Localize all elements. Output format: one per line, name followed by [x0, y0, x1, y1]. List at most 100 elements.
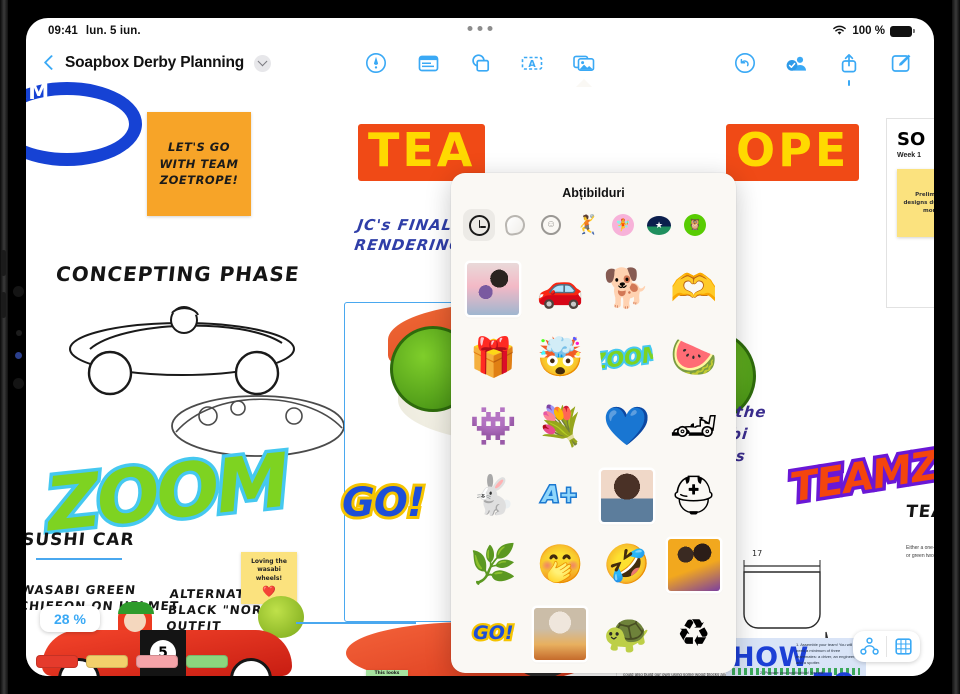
- sticker-rofl[interactable]: 🤣: [601, 539, 653, 591]
- sticker-category-tabs[interactable]: ☺ 🤾 🧚 ★ 🦉: [451, 209, 736, 249]
- memoji-category[interactable]: 🤾: [571, 209, 603, 241]
- stickers-popover-title: Abțibilduri: [562, 186, 625, 200]
- sticky-note-green-text: This looks great. Team uniforms based on…: [374, 670, 400, 676]
- heading-concepting-phase[interactable]: CONCEPTING PHASE: [55, 262, 301, 286]
- media-tool[interactable]: [571, 50, 597, 87]
- canvas-controls: [853, 631, 920, 662]
- mic-dot: [13, 378, 24, 389]
- right-bezel: [952, 0, 960, 694]
- doc-subheading: Week 1: [897, 152, 921, 159]
- battery-percent: 100 %: [852, 25, 885, 37]
- sticker-go-text[interactable]: GO!: [467, 608, 519, 660]
- left-bezel: [0, 0, 8, 694]
- volume-down-button[interactable]: [1, 292, 6, 318]
- sticker-kid-photo[interactable]: [600, 469, 653, 522]
- document-card-right[interactable]: SO Week 1 Preliminary designs due end of…: [886, 118, 934, 308]
- memoji-icon: 🤾: [575, 214, 599, 236]
- wifi-icon: [832, 24, 847, 39]
- zoom-level-indicator[interactable]: 28 %: [40, 606, 100, 632]
- color-swatch-4[interactable]: [186, 655, 228, 668]
- how-to-enter-poster[interactable]: HOW TO ENTER 1. Assemble your team! You …: [726, 638, 866, 676]
- sticker-family-photo[interactable]: [467, 262, 520, 315]
- compose-button[interactable]: [888, 50, 914, 76]
- sticker-peel-icon: [503, 213, 527, 237]
- grid-button[interactable]: [887, 631, 920, 662]
- go-graffiti-sticker[interactable]: GO!: [339, 477, 428, 529]
- sticky-note-green[interactable]: This looks great. Team uniforms based on…: [366, 670, 408, 676]
- sticker-monstera[interactable]: 🌿: [467, 539, 519, 591]
- app-dark-category[interactable]: ★: [643, 209, 675, 241]
- team-banner-right[interactable]: OPE: [726, 124, 860, 181]
- clock-icon: [468, 214, 490, 236]
- status-bar: 09:41 lun. 5 iun. 100 %: [26, 18, 934, 44]
- sticker-blue-heart[interactable]: 💙: [601, 401, 653, 453]
- tool-selected-pointer: [576, 79, 592, 87]
- sticker-tortoise[interactable]: 🐢: [601, 608, 653, 660]
- sticker-bouquet[interactable]: 💐: [534, 401, 586, 453]
- stickers-category[interactable]: [499, 209, 531, 241]
- note-tool[interactable]: [415, 50, 441, 76]
- sticker-monster-mouth[interactable]: 👾: [467, 401, 519, 453]
- app-owl-icon: 🦉: [684, 214, 706, 236]
- sticker-zoom-text[interactable]: ZOOM: [598, 329, 656, 387]
- sticker-rabbit[interactable]: 🐇: [467, 470, 519, 522]
- heart-icon: ❤️: [262, 584, 276, 598]
- sticker-girl-thinking[interactable]: 🤭: [534, 539, 586, 591]
- sticker-watermelon[interactable]: 🍉: [668, 332, 720, 384]
- color-swatch-1[interactable]: [36, 655, 78, 668]
- sticky-note-orange[interactable]: LET'S GO WITH TEAM ZOETROPE!: [147, 112, 251, 216]
- volume-up-button[interactable]: [1, 250, 6, 276]
- sticker-gift[interactable]: 🎁: [467, 332, 519, 384]
- share-indicator: [848, 80, 850, 86]
- sticker-recycle[interactable]: ♻: [668, 608, 720, 660]
- sticker-helmet[interactable]: ⛑: [668, 470, 720, 522]
- collaborate-button[interactable]: [784, 50, 810, 76]
- sticker-glam-photo[interactable]: [534, 607, 587, 660]
- sticker-red-car[interactable]: 🚗: [534, 263, 586, 315]
- app-pink-category[interactable]: 🧚: [607, 209, 639, 241]
- front-camera: [13, 286, 24, 297]
- ipad-device: 09:41 lun. 5 iun. 100 % Soapbox Derby Pl…: [0, 0, 960, 694]
- shape-tool[interactable]: [467, 50, 493, 76]
- share-button[interactable]: [836, 50, 862, 86]
- multitasking-handle[interactable]: [467, 26, 493, 31]
- app-owl-category[interactable]: 🦉: [679, 209, 711, 241]
- color-swatch-3[interactable]: [136, 655, 178, 668]
- sticky-note-yellow-text: Loving the wasabi wheels!: [251, 558, 287, 582]
- color-swatch-row[interactable]: [36, 655, 228, 668]
- sticker-heart-hands[interactable]: 🫶: [668, 263, 720, 315]
- status-date: lun. 5 iun.: [85, 25, 141, 37]
- app-dark-icon: ★: [647, 215, 671, 235]
- color-swatch-2[interactable]: [86, 655, 128, 668]
- sensor-dot: [16, 330, 22, 336]
- sticker-flaming-car[interactable]: 🏎: [668, 401, 720, 453]
- poster-step-2: 2. Prepare your application! You will ne…: [760, 670, 824, 675]
- tool-group: A: [363, 50, 597, 87]
- connections-button[interactable]: [853, 631, 886, 662]
- chevron-down-icon[interactable]: [254, 54, 272, 72]
- sticker-mind-blown[interactable]: 🤯: [534, 332, 586, 384]
- back-button[interactable]: [44, 54, 55, 72]
- battery-icon: [890, 25, 915, 37]
- freeform-canvas[interactable]: AM OOPE LET'S GO WITH TEAM ZOETROPE! CON…: [26, 82, 934, 676]
- action-group: [732, 50, 914, 86]
- status-time: 09:41: [48, 25, 78, 37]
- svg-text:A: A: [528, 59, 536, 70]
- emoji-category[interactable]: ☺: [535, 209, 567, 241]
- team-body-text: Either a one-piece with a wasabi hood or…: [906, 545, 934, 559]
- stickers-popover[interactable]: Abțibilduri ☺ 🤾 🧚 ★ 🦉 🚗 🐕 🫶 🎁 🤯 ZOOM 🍉 👾 💐 💙 🏎 🐇 A+ ⛑ 🌿 🤭 🤣 G…: [451, 173, 736, 673]
- sticker-grid[interactable]: 🚗 🐕 🫶 🎁 🤯 ZOOM 🍉 👾 💐 💙 🏎 🐇 A+ ⛑ 🌿 🤭 🤣 GO! 🐢 ♻: [451, 249, 736, 673]
- markup-pen-tool[interactable]: [363, 50, 389, 76]
- text-box-tool[interactable]: A: [519, 50, 545, 76]
- recents-category[interactable]: [463, 209, 495, 241]
- sticker-a-plus[interactable]: A+: [534, 470, 586, 522]
- app-pink-icon: 🧚: [612, 214, 634, 236]
- zoetrope-ring-art[interactable]: AM OOPE: [26, 82, 142, 166]
- undo-button[interactable]: [732, 50, 758, 76]
- label-sushi-car[interactable]: SUSHI CAR: [26, 530, 136, 550]
- sticker-people-photo[interactable]: [667, 538, 720, 591]
- underline-sushi: [36, 558, 122, 560]
- sticker-dog[interactable]: 🐕: [601, 263, 653, 315]
- team-heading[interactable]: TEAM: [905, 502, 934, 522]
- indicator-dot: [15, 352, 22, 359]
